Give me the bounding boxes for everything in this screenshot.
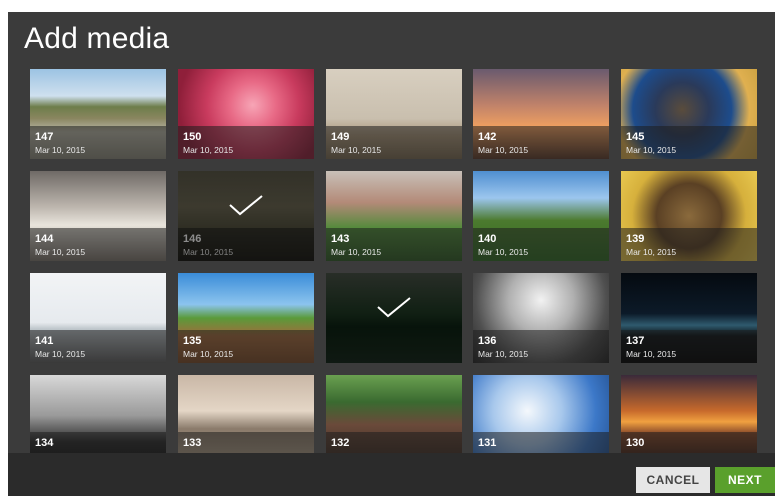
media-tile[interactable]: 142 Mar 10, 2015 [473,69,609,159]
media-caption: 136 Mar 10, 2015 [473,330,609,363]
media-date: Mar 10, 2015 [626,247,677,257]
media-caption: 147 Mar 10, 2015 [30,126,166,159]
media-date: Mar 10, 2015 [331,247,382,257]
media-date: Mar 10, 2015 [478,247,529,257]
media-caption: 131Mar 10, 2015 [473,432,609,453]
media-caption: 142 Mar 10, 2015 [473,126,609,159]
media-tile[interactable]: 136 Mar 10, 2015 [473,273,609,363]
media-number: 142 [478,131,497,143]
dialog-footer: CANCEL NEXT [8,453,775,496]
media-caption: 134Mar 10, 2015 [30,432,166,453]
media-date: Mar 10, 2015 [478,349,529,359]
media-number: 133 [183,437,202,449]
media-number: 141 [35,335,54,347]
media-caption: 132Mar 10, 2015 [326,432,462,453]
media-tile[interactable]: 146 Mar 10, 2015 [178,171,314,261]
media-date: Mar 10, 2015 [183,349,234,359]
media-tile[interactable]: 131Mar 10, 2015 [473,375,609,453]
media-caption: 143 Mar 10, 2015 [326,228,462,261]
media-number: 150 [183,131,202,143]
media-caption: 130Mar 10, 2015 [621,432,757,453]
media-date: Mar 10, 2015 [35,145,86,155]
media-number: 130 [626,437,645,449]
media-number: 144 [35,233,54,245]
checkmark-icon [229,195,263,216]
media-number: 134 [35,437,54,449]
media-date: Mar 10, 2015 [626,145,677,155]
media-caption: 149 Mar 10, 2015 [326,126,462,159]
media-tile[interactable]: 144 Mar 10, 2015 [30,171,166,261]
media-number: 145 [626,131,645,143]
media-number: 135 [183,335,202,347]
media-tile[interactable]: 147 Mar 10, 2015 [30,69,166,159]
media-tile[interactable]: 141 Mar 10, 2015 [30,273,166,363]
media-caption: 139 Mar 10, 2015 [621,228,757,261]
media-caption: 145 Mar 10, 2015 [621,126,757,159]
cancel-button[interactable]: CANCEL [636,467,710,493]
media-number: 132 [331,437,350,449]
media-number: 140 [478,233,497,245]
media-tile[interactable]: 150 Mar 10, 2015 [178,69,314,159]
media-tile[interactable]: 149 Mar 10, 2015 [326,69,462,159]
media-number: 147 [35,131,54,143]
media-caption: 141 Mar 10, 2015 [30,330,166,363]
media-tile[interactable]: 134Mar 10, 2015 [30,375,166,453]
media-caption: 133Mar 10, 2015 [178,432,314,453]
media-caption: 150 Mar 10, 2015 [178,126,314,159]
media-caption: 137 Mar 10, 2015 [621,330,757,363]
dialog-title: Add media [24,22,170,55]
media-caption: 144 Mar 10, 2015 [30,228,166,261]
media-tile[interactable]: 139 Mar 10, 2015 [621,171,757,261]
media-number: 137 [626,335,645,347]
media-number: 149 [331,131,350,143]
next-button[interactable]: NEXT [715,467,775,493]
media-number: 143 [331,233,350,245]
media-caption: 135 Mar 10, 2015 [178,330,314,363]
media-caption: 140 Mar 10, 2015 [473,228,609,261]
media-tile[interactable]: 133Mar 10, 2015 [178,375,314,453]
media-number: 131 [478,437,497,449]
media-tile[interactable]: 140 Mar 10, 2015 [473,171,609,261]
media-number: 136 [478,335,497,347]
media-date: Mar 10, 2015 [478,145,529,155]
media-tile[interactable] [326,273,462,363]
media-date: Mar 10, 2015 [35,247,86,257]
media-tile[interactable]: 132Mar 10, 2015 [326,375,462,453]
media-tile[interactable]: 145 Mar 10, 2015 [621,69,757,159]
media-date: Mar 10, 2015 [626,349,677,359]
media-tile[interactable]: 130Mar 10, 2015 [621,375,757,453]
media-tile[interactable]: 143 Mar 10, 2015 [326,171,462,261]
media-number: 139 [626,233,645,245]
media-tile[interactable]: 135 Mar 10, 2015 [178,273,314,363]
checkmark-icon [377,297,411,318]
media-tile[interactable]: 137 Mar 10, 2015 [621,273,757,363]
media-grid[interactable]: 147 Mar 10, 2015 150 Mar 10, 2015 149 Mar 10,… [8,69,775,453]
add-media-dialog: Add media 147 Mar 10, 2015 150 Mar 10, 2015… [8,12,775,496]
media-date: Mar 10, 2015 [35,349,86,359]
media-date: Mar 10, 2015 [183,145,234,155]
media-date: Mar 10, 2015 [331,145,382,155]
